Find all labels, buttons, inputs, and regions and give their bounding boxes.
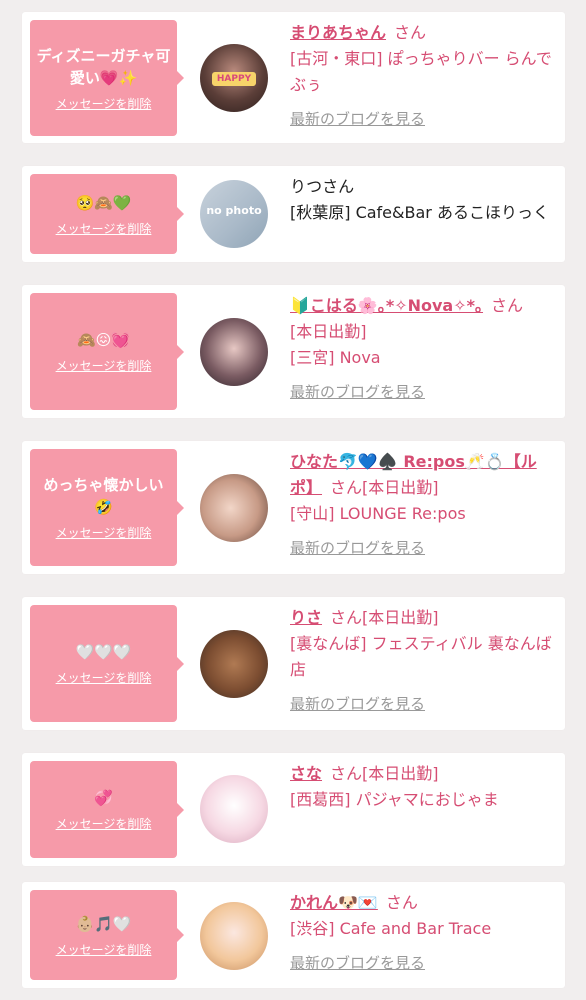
delete-message-link[interactable]: メッセージを削除 bbox=[56, 220, 152, 237]
latest-blog-link[interactable]: 最新のブログを見る bbox=[290, 950, 552, 976]
list-item: ディズニーガチャ可愛い💗✨ メッセージを削除 HAPPY まりあちゃん さん [古… bbox=[22, 12, 565, 143]
message-bubble: 🥺🙈💚 メッセージを削除 bbox=[30, 174, 184, 254]
avatar[interactable] bbox=[200, 318, 268, 386]
list-item: 💞 メッセージを削除 さな さん[本日出勤] [西葛西] パジャマにおじゃま bbox=[22, 753, 565, 866]
list-item: めっちゃ懐かしい🤣 メッセージを削除 ひなた🐬💙♠️ Re:pos🥂💍【ルポ】さ… bbox=[22, 441, 565, 574]
latest-blog-link[interactable]: 最新のブログを見る bbox=[290, 379, 552, 405]
delete-message-link[interactable]: メッセージを削除 bbox=[56, 815, 152, 832]
avatar[interactable]: HAPPY bbox=[200, 44, 268, 112]
delete-message-link[interactable]: メッセージを削除 bbox=[56, 95, 152, 112]
attendance-status: [本日出勤] bbox=[290, 322, 367, 341]
cast-name-link[interactable]: 🔰こはる🌸｡*✧Nova✧*｡ bbox=[290, 296, 483, 315]
attendance-status: [本日出勤] bbox=[362, 764, 439, 783]
message-bubble: ディズニーガチャ可愛い💗✨ メッセージを削除 bbox=[30, 20, 184, 136]
shop-info: [守山] LOUNGE Re:pos bbox=[290, 504, 466, 523]
message-bubble: めっちゃ懐かしい🤣 メッセージを削除 bbox=[30, 449, 184, 566]
shop-info: [渋谷] Cafe and Bar Trace bbox=[290, 919, 492, 938]
delete-message-link[interactable]: メッセージを削除 bbox=[56, 524, 152, 541]
message-bubble: 🤍🤍🤍 メッセージを削除 bbox=[30, 605, 184, 722]
profile-info: かれん🐶💌 さん [渋谷] Cafe and Bar Trace 最新のブログを見… bbox=[290, 890, 552, 976]
avatar[interactable]: no photo bbox=[200, 180, 268, 248]
shop-info: [裏なんば] フェスティバル 裏なんば店 bbox=[290, 634, 552, 679]
cast-name: りつさん bbox=[290, 177, 355, 196]
message-text: 🤍🤍🤍 bbox=[75, 643, 132, 661]
cast-name-link[interactable]: まりあちゃん bbox=[290, 23, 386, 42]
shop-info: [秋葉原] Cafe&Bar あるこほりっく bbox=[290, 203, 549, 222]
message-bubble: 👶🏼🎵🤍 メッセージを削除 bbox=[30, 890, 184, 980]
shop-info: [西葛西] パジャマにおじゃま bbox=[290, 790, 499, 809]
delete-message-link[interactable]: メッセージを削除 bbox=[56, 357, 152, 374]
latest-blog-link[interactable]: 最新のブログを見る bbox=[290, 535, 552, 561]
shop-info: [古河・東口] ぽっちゃりバー らんでぶぅ bbox=[290, 49, 552, 94]
no-photo-label: no photo bbox=[206, 204, 262, 217]
latest-blog-link[interactable]: 最新のブログを見る bbox=[290, 691, 552, 717]
message-text: 🙈😖💓 bbox=[77, 331, 130, 349]
attendance-status: [本日出勤] bbox=[362, 608, 439, 627]
message-text: 🥺🙈💚 bbox=[75, 193, 132, 212]
profile-info: りさ さん[本日出勤] [裏なんば] フェスティバル 裏なんば店 最新のブログを見… bbox=[290, 605, 552, 717]
list-item: 🥺🙈💚 メッセージを削除 no photo りつさん [秋葉原] Cafe&Ba… bbox=[22, 166, 565, 262]
message-bubble: 💞 メッセージを削除 bbox=[30, 761, 184, 858]
profile-info: ひなた🐬💙♠️ Re:pos🥂💍【ルポ】 さん[本日出勤] [守山] LOUNGE… bbox=[290, 449, 552, 561]
latest-blog-link[interactable]: 最新のブログを見る bbox=[290, 106, 552, 132]
message-text: ディズニーガチャ可愛い💗✨ bbox=[36, 46, 171, 87]
avatar[interactable] bbox=[200, 474, 268, 542]
message-text: めっちゃ懐かしい🤣 bbox=[43, 476, 164, 516]
honorific: さん bbox=[491, 296, 524, 315]
shop-info: [三宮] Nova bbox=[290, 348, 381, 367]
list-item: 🤍🤍🤍 メッセージを削除 りさ さん[本日出勤] [裏なんば] フェスティバル 裏… bbox=[22, 597, 565, 730]
avatar-badge: HAPPY bbox=[212, 72, 256, 86]
avatar[interactable] bbox=[200, 630, 268, 698]
honorific: さん bbox=[385, 893, 418, 912]
profile-info: さな さん[本日出勤] [西葛西] パジャマにおじゃま bbox=[290, 761, 552, 813]
message-list: ディズニーガチャ可愛い💗✨ メッセージを削除 HAPPY まりあちゃん さん [古… bbox=[0, 0, 586, 1000]
cast-name-link[interactable]: りさ bbox=[290, 608, 322, 627]
honorific: さん bbox=[330, 764, 363, 783]
profile-info: まりあちゃん さん [古河・東口] ぽっちゃりバー らんでぶぅ 最新のブログを見る bbox=[290, 20, 552, 132]
delete-message-link[interactable]: メッセージを削除 bbox=[56, 669, 152, 686]
delete-message-link[interactable]: メッセージを削除 bbox=[56, 941, 152, 958]
avatar[interactable] bbox=[200, 775, 268, 843]
cast-name-link[interactable]: さな bbox=[290, 764, 322, 783]
message-bubble: 🙈😖💓 メッセージを削除 bbox=[30, 293, 184, 410]
list-item: 🙈😖💓 メッセージを削除 🔰こはる🌸｡*✧Nova✧*｡ さん [本日出勤] [三… bbox=[22, 285, 565, 418]
honorific: さん bbox=[394, 23, 427, 42]
message-text: 💞 bbox=[94, 789, 113, 807]
honorific: さん bbox=[330, 608, 363, 627]
list-item: 👶🏼🎵🤍 メッセージを削除 かれん🐶💌 さん [渋谷] Cafe and Bar … bbox=[22, 882, 565, 988]
message-text: 👶🏼🎵🤍 bbox=[75, 914, 132, 933]
honorific: さん bbox=[330, 478, 363, 497]
profile-info: 🔰こはる🌸｡*✧Nova✧*｡ さん [本日出勤] [三宮] Nova 最新のブロ… bbox=[290, 293, 552, 405]
avatar[interactable] bbox=[200, 902, 268, 970]
profile-info: りつさん [秋葉原] Cafe&Bar あるこほりっく bbox=[290, 174, 552, 226]
attendance-status: [本日出勤] bbox=[362, 478, 439, 497]
cast-name-link[interactable]: かれん🐶💌 bbox=[290, 893, 378, 912]
